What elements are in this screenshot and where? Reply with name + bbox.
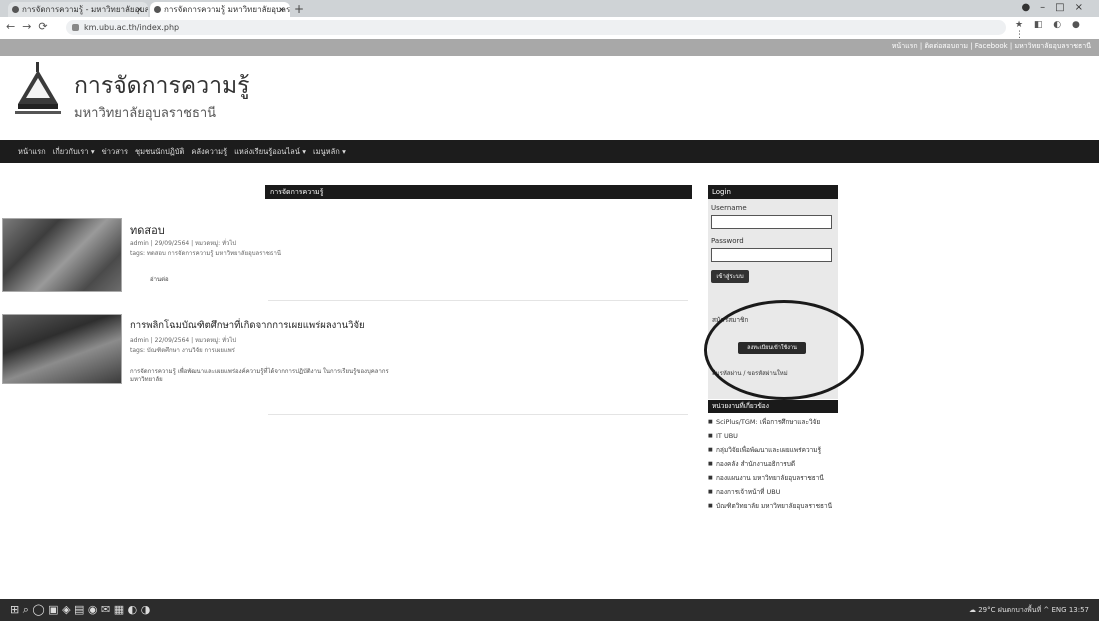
browser-tab-2[interactable]: การจัดการความรู้ มหาวิทยาลัยอุบลราชธานี … <box>150 2 290 17</box>
article-title[interactable]: ทดสอบ <box>130 221 165 239</box>
nav-item-cop[interactable]: ชุมชนนักปฏิบัติ <box>135 146 184 158</box>
list-item[interactable]: SciPlus/TGM: เพื่อการศึกษาและวิจัย <box>708 418 838 427</box>
article-meta: admin | 22/09/2564 | หมวดหมู่: ทั่วไป <box>130 337 237 344</box>
list-item[interactable]: กองแผนงาน มหาวิทยาลัยอุบลราชธานี <box>708 474 838 483</box>
article-meta: admin | 29/09/2564 | หมวดหมู่: ทั่วไป <box>130 240 237 247</box>
nav-item-knowledge[interactable]: คลังความรู้ <box>191 146 227 158</box>
read-more-button[interactable]: อ่านต่อ <box>150 274 169 284</box>
login-button[interactable]: เข้าสู่ระบบ <box>711 270 749 283</box>
list-item[interactable]: กองการเจ้าหน้าที่ UBU <box>708 488 838 497</box>
tab-label: การจัดการความรู้ มหาวิทยาลัยอุบลราชธานี <box>164 5 290 14</box>
nav-item-menu[interactable]: เมนูหลัก ▾ <box>313 146 346 158</box>
username-label: Username <box>711 204 747 212</box>
divider <box>268 300 688 301</box>
article-excerpt: การจัดการความรู้ เพื่อพัฒนาและเผยแพร่องค… <box>130 368 389 383</box>
nav-item-online[interactable]: แหล่งเรียนรู้ออนไลน์ ▾ <box>234 146 306 158</box>
nav-item-news[interactable]: ข่าวสาร <box>102 146 128 158</box>
university-logo-icon <box>15 62 61 114</box>
article-title[interactable]: การพลิกโฉมบัณฑิตศึกษาที่เกิดจากการเผยแพร… <box>130 318 365 333</box>
extension-icons[interactable]: ★ ◧ ◐ ● ⋮ <box>1015 20 1099 40</box>
system-tray[interactable]: ☁ 29°C ฝนตกบางพื้นที่ ^ ENG 13:57 <box>969 599 1089 621</box>
hand-drawn-ellipse-annotation <box>704 300 864 400</box>
nav-item-home[interactable]: หน้าแรก <box>18 146 46 158</box>
top-links[interactable]: หน้าแรก | ติดต่อสอบถาม | Facebook | มหาว… <box>892 41 1091 52</box>
close-tab-icon[interactable]: × <box>136 2 143 17</box>
main-nav: หน้าแรก เกี่ยวกับเรา ▾ ข่าวสาร ชุมชนนักป… <box>18 140 346 163</box>
main-heading: การจัดการความรู้ <box>265 185 692 199</box>
username-field[interactable] <box>711 215 832 229</box>
article-tags[interactable]: tags: บัณฑิตศึกษา งานวิจัย การเผยแพร่ <box>130 345 235 355</box>
window-controls[interactable]: ●–□× <box>1021 0 1093 16</box>
article-thumbnail[interactable] <box>2 314 122 384</box>
favicon-icon <box>12 6 19 13</box>
windows-taskbar <box>0 599 1099 621</box>
url-input[interactable]: km.ubu.ac.th/index.php <box>66 20 1006 35</box>
site-subtitle: มหาวิทยาลัยอุบลราชธานี <box>74 106 217 121</box>
article-thumbnail[interactable] <box>2 218 122 292</box>
password-label: Password <box>711 237 744 245</box>
divider <box>268 414 688 415</box>
login-heading: Login <box>708 185 838 199</box>
related-sites-list: SciPlus/TGM: เพื่อการศึกษาและวิจัย IT UB… <box>708 418 838 516</box>
browser-nav-buttons[interactable]: ←→⟳ <box>6 20 55 33</box>
article-tags[interactable]: tags: ทดสอบ การจัดการความรู้ มหาวิทยาลัย… <box>130 248 281 258</box>
close-tab-icon[interactable]: × <box>278 2 285 17</box>
taskbar-icons[interactable]: ⊞ ⌕ ◯ ▣ ◈ ▤ ◉ ✉ ▦ ◐ ◑ <box>10 599 150 621</box>
tab-label: การจัดการความรู้ - มหาวิทยาลัยอุบลราชธาน… <box>22 5 148 14</box>
list-item[interactable]: IT UBU <box>708 432 838 441</box>
list-item[interactable]: กองคลัง สำนักงานอธิการบดี <box>708 460 838 469</box>
password-field[interactable] <box>711 248 832 262</box>
new-tab-button[interactable]: + <box>294 2 304 16</box>
related-sites-heading: หน่วยงานที่เกี่ยวข้อง <box>708 400 838 413</box>
lock-icon <box>72 24 79 31</box>
nav-item-about[interactable]: เกี่ยวกับเรา ▾ <box>53 146 95 158</box>
favicon-icon <box>154 6 161 13</box>
list-item[interactable]: บัณฑิตวิทยาลัย มหาวิทยาลัยอุบลราชธานี <box>708 502 838 511</box>
site-title[interactable]: การจัดการความรู้ <box>74 68 250 104</box>
list-item[interactable]: กลุ่มวิจัยเพื่อพัฒนาและเผยแพร่ความรู้ <box>708 446 838 455</box>
browser-tab-1[interactable]: การจัดการความรู้ - มหาวิทยาลัยอุบลราชธาน… <box>8 2 148 17</box>
